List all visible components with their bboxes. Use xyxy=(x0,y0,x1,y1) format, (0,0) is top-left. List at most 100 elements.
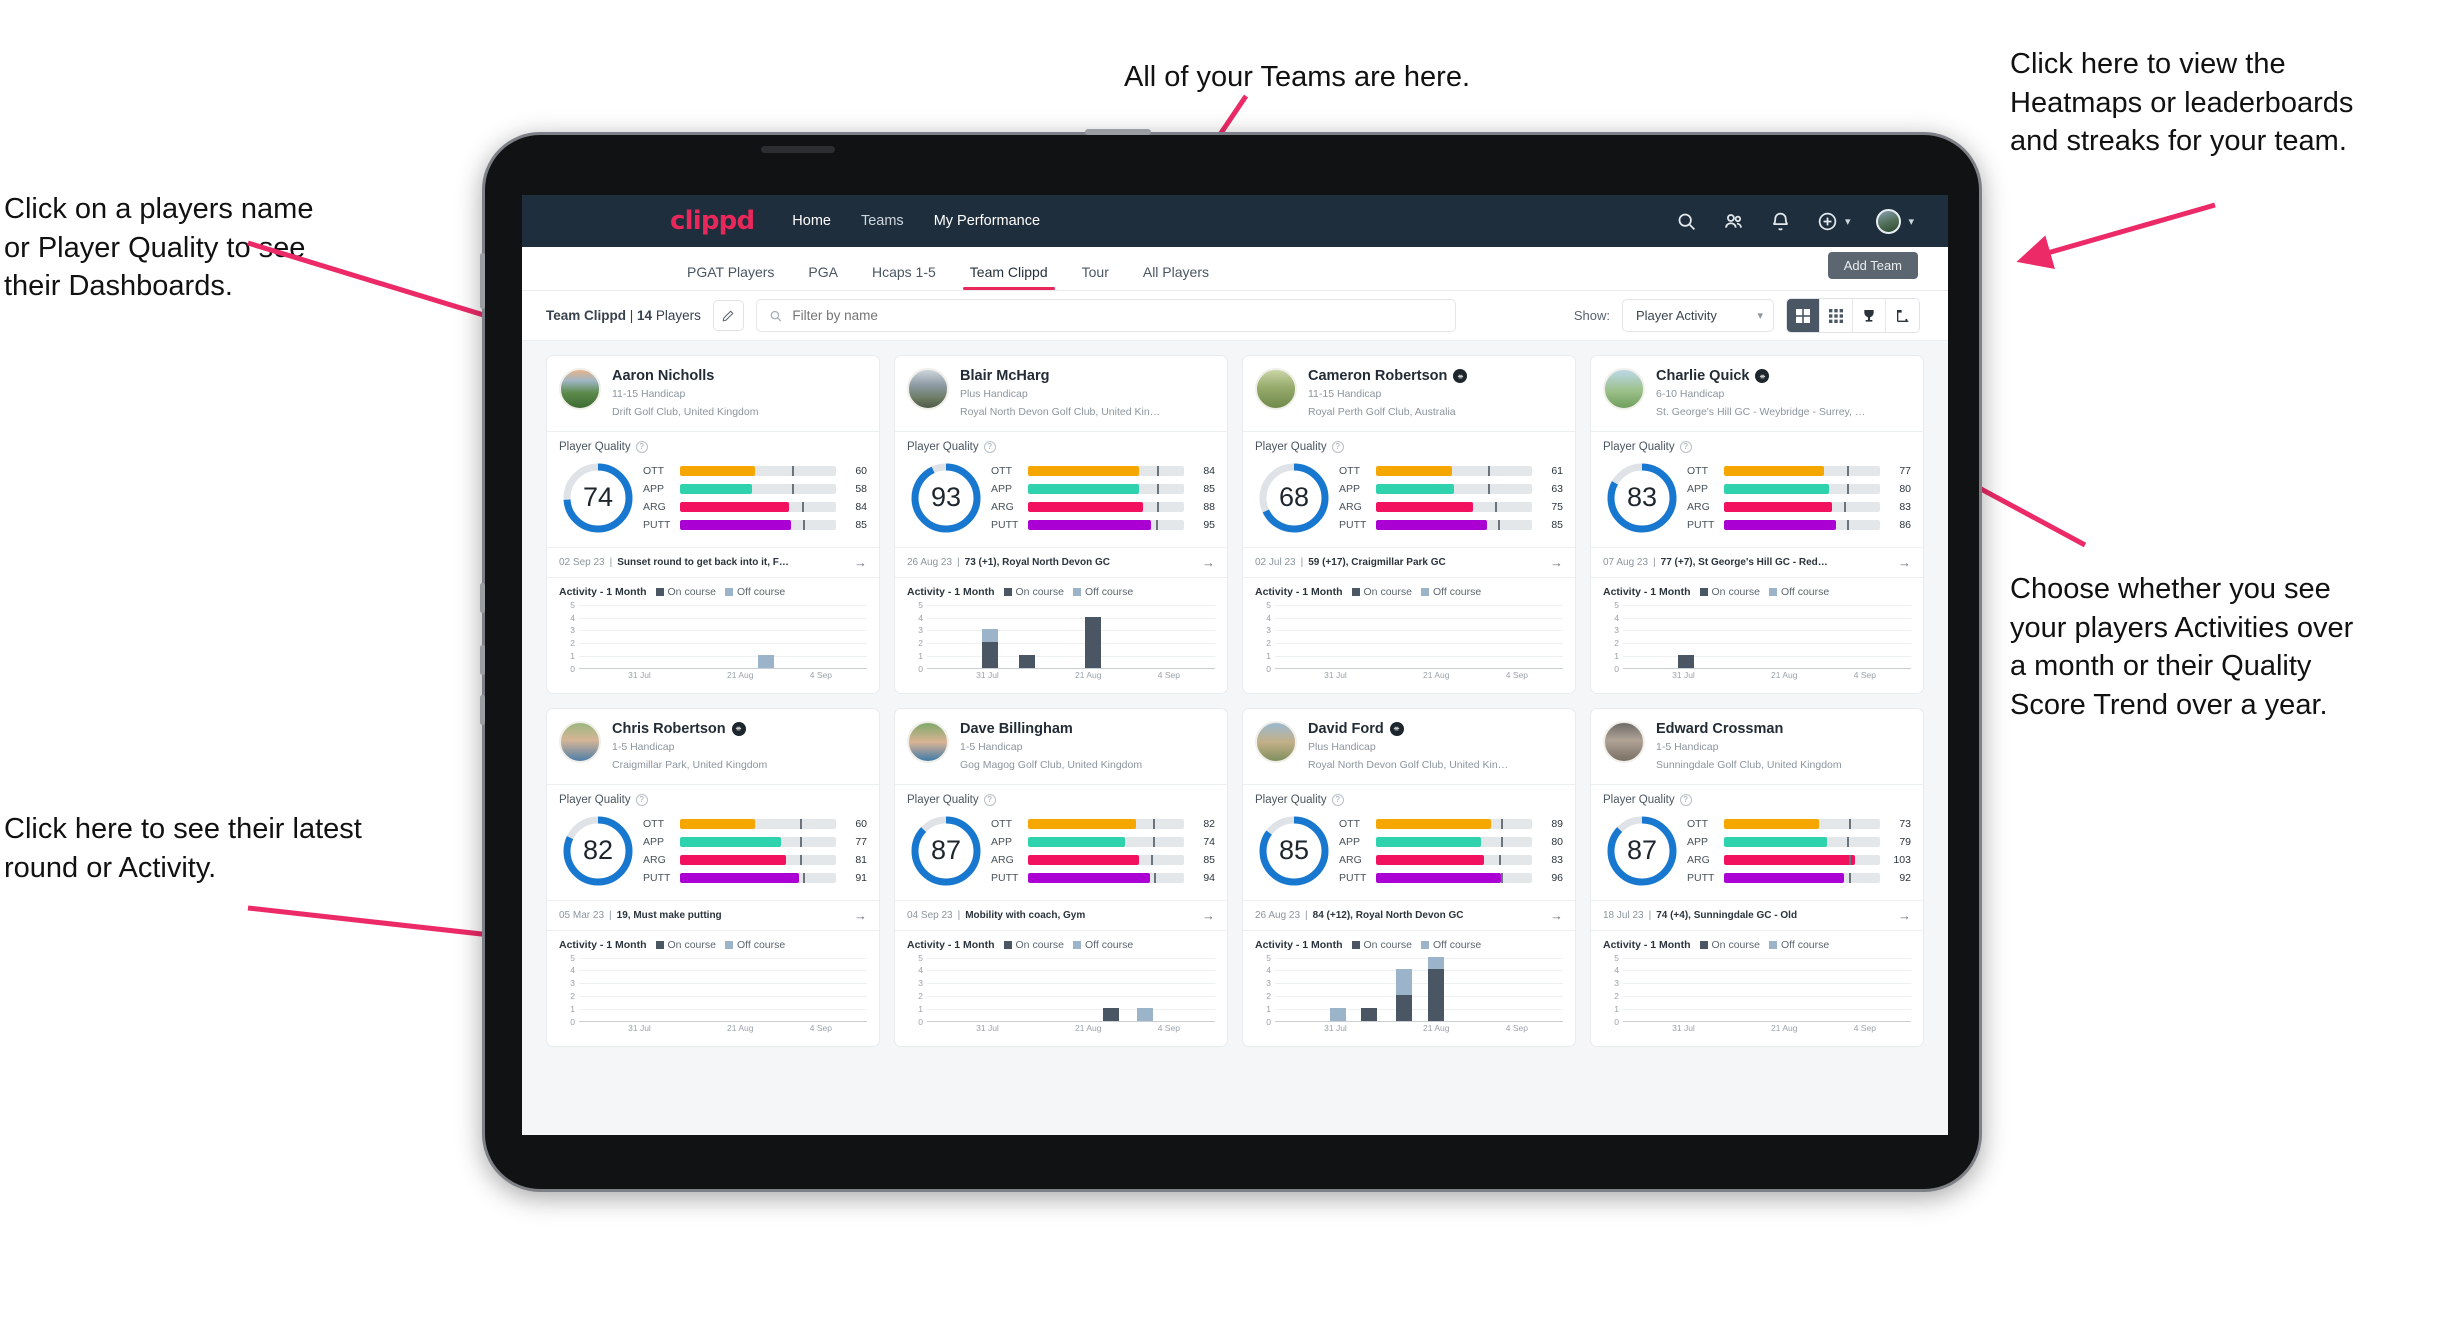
player-header[interactable]: David Ford Plus Handicap Royal North Dev… xyxy=(1243,709,1575,784)
people-icon[interactable] xyxy=(1723,211,1744,232)
question-icon[interactable]: ? xyxy=(983,793,996,806)
view-grid-large-button[interactable] xyxy=(1787,299,1820,332)
tab-team-clippd[interactable]: Team Clippd xyxy=(953,264,1065,290)
latest-round-row[interactable]: 18 Jul 23 | 74 (+4), Sunningdale GC - Ol… xyxy=(1591,899,1923,930)
nav-teams[interactable]: Teams xyxy=(861,213,904,229)
add-team-button[interactable]: Add Team xyxy=(1827,252,1918,279)
player-header[interactable]: Charlie Quick 6-10 Handicap St. George's… xyxy=(1591,356,1923,431)
player-card[interactable]: Chris Robertson 1-5 Handicap Craigmillar… xyxy=(546,707,880,1047)
player-name[interactable]: Blair McHarg xyxy=(960,368,1160,384)
arrow-right-icon[interactable]: → xyxy=(854,908,867,923)
arrow-right-icon[interactable]: → xyxy=(1550,555,1563,570)
tab-pgat-players[interactable]: PGAT Players xyxy=(670,264,791,290)
player-header[interactable]: Aaron Nicholls 11-15 Handicap Drift Golf… xyxy=(547,356,879,431)
player-header[interactable]: Cameron Robertson 11-15 Handicap Royal P… xyxy=(1243,356,1575,431)
player-name[interactable]: Chris Robertson xyxy=(612,721,767,737)
search-input[interactable] xyxy=(792,308,1443,323)
latest-round-row[interactable]: 07 Aug 23 | 77 (+7), St George's Hill GC… xyxy=(1591,546,1923,577)
player-avatar[interactable] xyxy=(1603,368,1645,410)
player-name[interactable]: Edward Crossman xyxy=(1656,721,1842,737)
player-name[interactable]: Aaron Nicholls xyxy=(612,368,758,384)
quality-ring[interactable]: 74 xyxy=(559,459,637,537)
chevron-down-icon[interactable]: ▾ xyxy=(1908,215,1914,228)
latest-round-row[interactable]: 02 Jul 23 | 59 (+17), Craigmillar Park G… xyxy=(1243,546,1575,577)
quality-ring[interactable]: 87 xyxy=(907,812,985,890)
player-quality-body[interactable]: 85 OTT 89 APP 80 ARG 83 PUTT 96 xyxy=(1243,810,1575,900)
tab-hcaps-1-5[interactable]: Hcaps 1-5 xyxy=(855,264,953,290)
quality-ring[interactable]: 93 xyxy=(907,459,985,537)
player-avatar[interactable] xyxy=(559,720,601,763)
player-card[interactable]: Charlie Quick 6-10 Handicap St. George's… xyxy=(1590,355,1924,694)
player-header[interactable]: Chris Robertson 1-5 Handicap Craigmillar… xyxy=(547,709,879,784)
player-quality-body[interactable]: 83 OTT 77 APP 80 ARG 83 PUTT 86 xyxy=(1591,457,1923,547)
quality-ring[interactable]: 83 xyxy=(1603,459,1681,537)
player-avatar[interactable] xyxy=(907,720,949,763)
player-card[interactable]: Dave Billingham 1-5 Handicap Gog Magog G… xyxy=(894,707,1228,1047)
player-header[interactable]: Blair McHarg Plus Handicap Royal North D… xyxy=(895,356,1227,431)
arrow-right-icon[interactable]: → xyxy=(1202,908,1215,923)
quality-ring[interactable]: 85 xyxy=(1255,812,1333,890)
chevron-down-icon[interactable]: ▾ xyxy=(1845,215,1851,228)
clippd-logo[interactable]: clippd xyxy=(670,206,755,236)
view-leaderboard-button[interactable] xyxy=(1853,299,1886,332)
question-icon[interactable]: ? xyxy=(1679,440,1692,453)
edit-team-button[interactable] xyxy=(712,300,744,331)
question-icon[interactable]: ? xyxy=(1331,793,1344,806)
search-icon[interactable] xyxy=(1676,211,1697,232)
latest-round-row[interactable]: 26 Aug 23 | 73 (+1), Royal North Devon G… xyxy=(895,546,1227,577)
latest-round-row[interactable]: 26 Aug 23 | 84 (+12), Royal North Devon … xyxy=(1243,899,1575,930)
player-quality-body[interactable]: 74 OTT 60 APP 58 ARG 84 PUTT 85 xyxy=(547,457,879,547)
player-name[interactable]: Cameron Robertson xyxy=(1308,368,1468,384)
player-quality-body[interactable]: 87 OTT 82 APP 74 ARG 85 PUTT 94 xyxy=(895,810,1227,900)
view-heatmap-button[interactable] xyxy=(1886,299,1919,332)
bell-icon[interactable] xyxy=(1770,211,1791,232)
player-name[interactable]: Dave Billingham xyxy=(960,721,1142,737)
search-field[interactable] xyxy=(755,299,1456,332)
latest-round-row[interactable]: 05 Mar 23 | 19, Must make putting → xyxy=(547,899,879,930)
player-card[interactable]: Cameron Robertson 11-15 Handicap Royal P… xyxy=(1242,355,1576,694)
question-icon[interactable]: ? xyxy=(983,440,996,453)
player-quality-body[interactable]: 93 OTT 84 APP 85 ARG 88 PUTT 95 xyxy=(895,457,1227,547)
player-name[interactable]: Charlie Quick xyxy=(1656,368,1865,384)
question-icon[interactable]: ? xyxy=(635,793,648,806)
activity-chart: 0 1 2 3 4 5 31 Jul 21 Aug 4 Sep xyxy=(559,600,867,683)
arrow-right-icon[interactable]: → xyxy=(1898,908,1911,923)
quality-ring[interactable]: 82 xyxy=(559,812,637,890)
player-quality-body[interactable]: 68 OTT 61 APP 63 ARG 75 PUTT 85 xyxy=(1243,457,1575,547)
player-avatar[interactable] xyxy=(907,368,949,410)
player-quality-body[interactable]: 87 OTT 73 APP 79 ARG 103 PUTT 92 xyxy=(1591,810,1923,900)
tab-tour[interactable]: Tour xyxy=(1065,264,1126,290)
nav-home[interactable]: Home xyxy=(792,213,831,229)
quality-ring[interactable]: 87 xyxy=(1603,812,1681,890)
arrow-right-icon[interactable]: → xyxy=(854,555,867,570)
player-header[interactable]: Edward Crossman 1-5 Handicap Sunningdale… xyxy=(1591,709,1923,784)
question-icon[interactable]: ? xyxy=(1331,440,1344,453)
player-header[interactable]: Dave Billingham 1-5 Handicap Gog Magog G… xyxy=(895,709,1227,784)
latest-round-row[interactable]: 02 Sep 23 | Sunset round to get back int… xyxy=(547,546,879,577)
avatar[interactable]: ▾ xyxy=(1876,208,1914,234)
question-icon[interactable]: ? xyxy=(1679,793,1692,806)
arrow-right-icon[interactable]: → xyxy=(1550,908,1563,923)
tab-all-players[interactable]: All Players xyxy=(1126,264,1226,290)
player-avatar[interactable] xyxy=(559,368,601,410)
player-card[interactable]: Edward Crossman 1-5 Handicap Sunningdale… xyxy=(1590,707,1924,1047)
plus-circle-icon[interactable]: ▾ xyxy=(1817,211,1851,232)
player-card[interactable]: Aaron Nicholls 11-15 Handicap Drift Golf… xyxy=(546,355,880,694)
player-avatar[interactable] xyxy=(1603,720,1645,763)
quality-ring[interactable]: 68 xyxy=(1255,459,1333,537)
arrow-right-icon[interactable]: → xyxy=(1898,555,1911,570)
player-card[interactable]: David Ford Plus Handicap Royal North Dev… xyxy=(1242,707,1576,1047)
latest-round-row[interactable]: 04 Sep 23 | Mobility with coach, Gym → xyxy=(895,899,1227,930)
player-avatar[interactable] xyxy=(1255,368,1297,410)
player-avatar[interactable] xyxy=(1255,720,1297,763)
metric-row: OTT 89 xyxy=(1339,815,1563,833)
view-grid-small-button[interactable] xyxy=(1820,299,1853,332)
show-select[interactable]: Player Activity ▾ xyxy=(1622,299,1774,332)
player-card[interactable]: Blair McHarg Plus Handicap Royal North D… xyxy=(894,355,1228,694)
player-quality-body[interactable]: 82 OTT 60 APP 77 ARG 81 PUTT 91 xyxy=(547,810,879,900)
question-icon[interactable]: ? xyxy=(635,440,648,453)
player-name[interactable]: David Ford xyxy=(1308,721,1508,737)
arrow-right-icon[interactable]: → xyxy=(1202,555,1215,570)
tab-pga[interactable]: PGA xyxy=(791,264,855,290)
nav-my-performance[interactable]: My Performance xyxy=(934,213,1040,229)
